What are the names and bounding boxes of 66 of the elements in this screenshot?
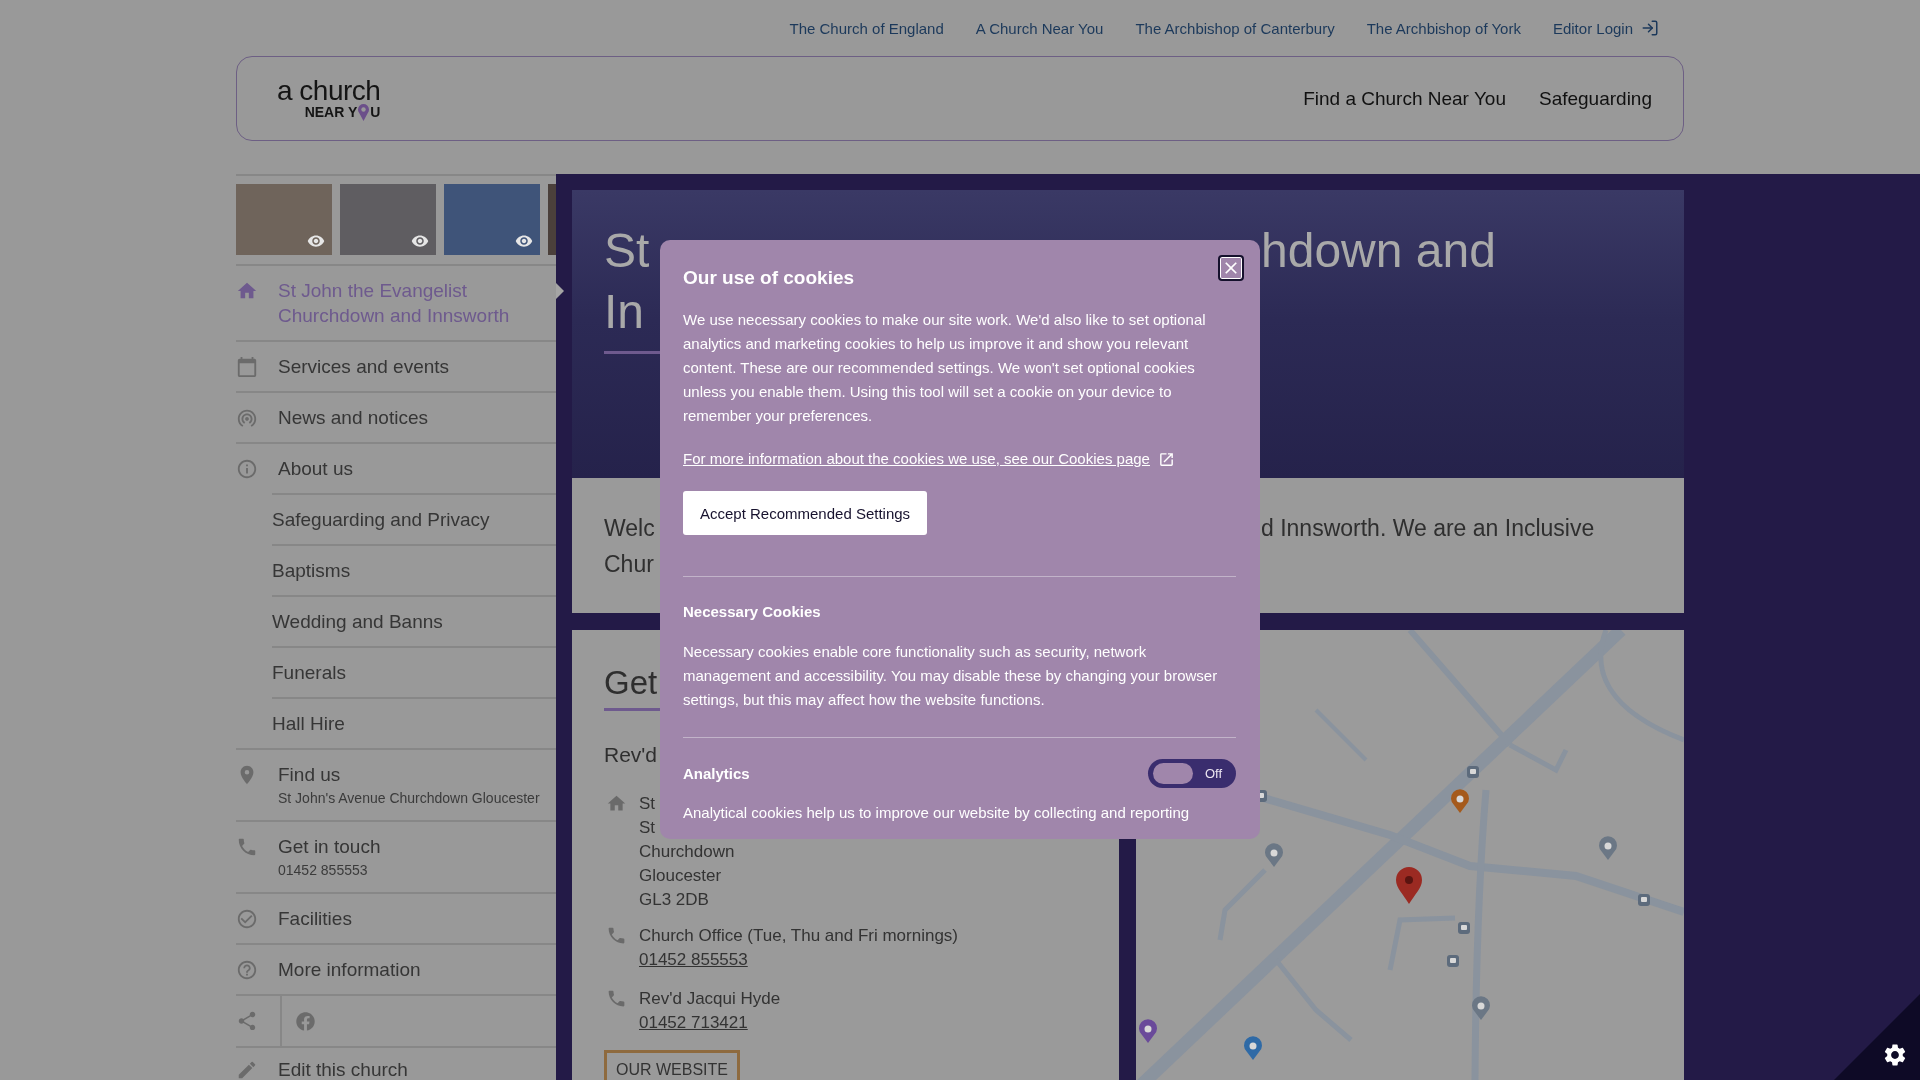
contact-name: Rev'd xyxy=(604,742,658,768)
accept-button[interactable]: Accept Recommended Settings xyxy=(683,491,928,535)
place-marker-icon[interactable] xyxy=(1599,836,1617,860)
edit-church-link[interactable]: Edit this church xyxy=(236,1048,556,1080)
bus-stop-icon[interactable] xyxy=(1638,894,1650,906)
sidebar-item[interactable]: About us xyxy=(236,444,556,493)
info-icon xyxy=(236,457,258,480)
section-title: Analytics xyxy=(683,763,750,784)
home-icon xyxy=(606,793,627,814)
website-button[interactable]: OUR WEBSITE xyxy=(604,1050,740,1080)
phone-icon xyxy=(606,925,627,946)
phone-link[interactable]: 01452 855553 xyxy=(639,948,748,972)
address-line: St xyxy=(639,793,656,815)
place-marker-icon[interactable] xyxy=(1265,843,1283,867)
address-line: Churchdown xyxy=(639,841,735,863)
nav-link[interactable]: Find a Church Near You xyxy=(1303,87,1506,110)
eye-icon xyxy=(307,232,325,250)
dialog-text: We use necessary cookies to make our site work. We'd also like to set optional analytics and marketing cookies to help us improve it and show you relevant content. These are our recommended settings. We won't set optional cookies unless you enable them. Using this tool will set a cookie on your device to remember your preferences. xyxy=(683,310,1207,426)
bus-stop-icon[interactable] xyxy=(1447,955,1459,967)
pin-icon xyxy=(358,103,370,121)
cookies-page-link[interactable]: For more information about the cookies we use, see our Cookies page xyxy=(683,447,1175,471)
eye-icon xyxy=(515,232,533,250)
welcome-text: d Innsworth. We are an Inclusive xyxy=(1261,514,1595,543)
place-marker-icon[interactable] xyxy=(1139,1019,1157,1043)
phone-link[interactable]: 01452 713421 xyxy=(639,1011,748,1035)
phone-label: Rev'd Jacqui Hyde xyxy=(639,988,781,1010)
help-icon xyxy=(236,958,258,981)
welcome-text: Welc xyxy=(604,514,655,543)
close-button[interactable] xyxy=(1218,255,1244,281)
facebook-icon xyxy=(296,1011,315,1031)
place-marker-icon[interactable] xyxy=(1472,996,1490,1020)
dialog-text: Analytical cookies help us to improve our website by collecting and reporting xyxy=(683,803,1191,823)
section-heading: Get xyxy=(604,663,658,703)
share-icon xyxy=(236,1010,258,1032)
address-line: St xyxy=(639,817,656,839)
site-logo[interactable]: a church NEAR Y U xyxy=(277,76,381,121)
phone-icon xyxy=(606,988,627,1009)
section-title: Necessary Cookies xyxy=(683,602,821,622)
dialog-title: Our use of cookies xyxy=(683,266,855,290)
cookie-settings-button[interactable] xyxy=(1834,994,1920,1080)
phone-label: Church Office (Tue, Thu and Fri mornings) xyxy=(639,925,959,947)
dialog-text: Necessary cookies enable core functionality such as security, network management and accessibility. You may disable these by changing your browser settings, but this may affect how the website functions. xyxy=(683,642,1219,710)
login-link[interactable]: Editor Login xyxy=(1552,19,1659,37)
bus-stop-icon[interactable] xyxy=(1458,922,1470,934)
top-link[interactable]: The Archbishop of Canterbury xyxy=(1135,19,1335,37)
nav-link[interactable]: Safeguarding xyxy=(1538,87,1652,110)
page-title: In xyxy=(604,284,645,340)
eye-icon xyxy=(411,232,429,250)
external-link-icon xyxy=(1157,450,1175,468)
calendar-icon xyxy=(236,355,258,378)
top-link[interactable]: A Church Near You xyxy=(975,19,1104,37)
bus-stop-icon[interactable] xyxy=(1467,766,1479,778)
address-line: Gloucester xyxy=(639,865,722,887)
welcome-text: Chur xyxy=(604,550,654,579)
login-icon xyxy=(1641,19,1659,37)
top-link[interactable]: The Archbishop of York xyxy=(1366,19,1521,37)
page-title: hdown and xyxy=(1261,223,1496,279)
page-title: St xyxy=(604,223,650,279)
top-link[interactable]: The Church of England xyxy=(789,19,944,37)
share-button[interactable] xyxy=(236,996,282,1046)
gear-icon xyxy=(1882,1042,1908,1068)
place-marker-icon[interactable] xyxy=(1244,1036,1262,1060)
address-line: GL3 2DB xyxy=(639,889,709,911)
place-marker-icon[interactable] xyxy=(1451,789,1469,813)
analytics-toggle[interactable]: Off xyxy=(1148,759,1236,788)
map-pin-icon[interactable] xyxy=(1396,867,1422,904)
